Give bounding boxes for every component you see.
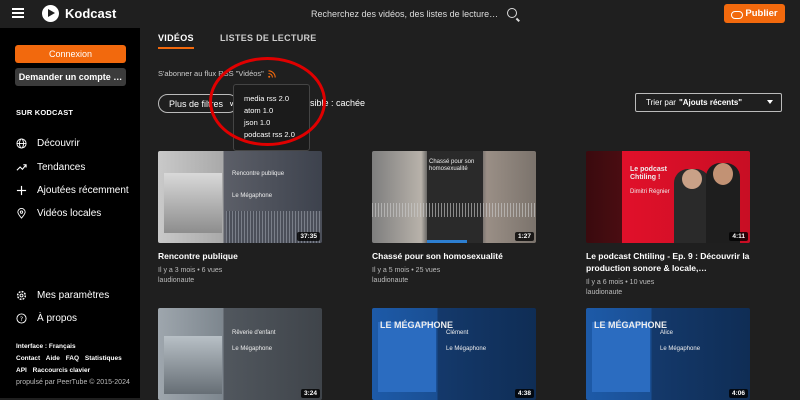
hamburger-menu-icon[interactable] <box>12 8 24 18</box>
location-icon <box>16 208 27 219</box>
sidebar-item-discover[interactable]: Découvrir <box>16 138 80 149</box>
video-duration: 4:06 <box>728 389 748 398</box>
video-thumbnail[interactable]: LE MÉGAPHONE Clément Le Mégaphone 4:38 <box>372 308 536 400</box>
video-duration: 4:38 <box>514 389 534 398</box>
footer-link-contact[interactable]: Contact <box>16 355 40 362</box>
tab-playlists[interactable]: LISTES DE LECTURE <box>220 33 317 43</box>
footer-links: Contact Aide FAQ Statistiques <box>16 355 126 362</box>
publish-button[interactable]: Publier <box>724 4 785 23</box>
app-logo[interactable]: Kodcast <box>42 5 116 22</box>
sidebar-item-label: Ajoutées récemment <box>37 185 129 196</box>
sidebar-section-title: SUR KODCAST <box>16 108 74 117</box>
video-channel[interactable]: laudionaute <box>158 276 322 286</box>
footer-link-api[interactable]: API <box>16 367 27 374</box>
thumbnail-title: Clément <box>446 330 469 336</box>
video-meta: Il y a 6 mois • 10 vues <box>586 279 655 286</box>
thumbnail-subtitle: Le Mégaphone <box>446 346 487 352</box>
svg-text:?: ? <box>20 315 23 323</box>
publish-label: Publier <box>745 8 778 19</box>
thumbnail-subtitle: Le Mégaphone <box>660 346 701 352</box>
sort-value: "Ajouts récents" <box>678 98 743 107</box>
thumbnail-title: Chassé pour son homosexualité <box>429 159 475 172</box>
sort-select[interactable]: Trier par "Ajouts récents" <box>635 93 782 112</box>
video-thumbnail[interactable]: Le podcast Chtiling ! Dimitri Régnier 4:… <box>586 151 750 243</box>
help-icon: ? <box>16 313 27 324</box>
video-duration: 37:35 <box>297 232 320 241</box>
thumbnail-subtitle: Dimitri Régnier <box>630 189 670 195</box>
thumbnail-subtitle: Le Mégaphone <box>232 193 273 199</box>
video-thumbnail[interactable]: Rencontre publique Le Mégaphone 37:35 <box>158 151 322 243</box>
sidebar-item-label: À propos <box>37 313 78 324</box>
main-content: VIDÉOS LISTES DE LECTURE S'abonner au fl… <box>140 28 800 400</box>
video-duration: 1:27 <box>514 232 534 241</box>
play-logo-icon <box>42 5 59 22</box>
interface-language[interactable]: Interface : Français <box>16 343 76 350</box>
sort-prefix: Trier par <box>646 98 676 107</box>
video-duration: 3:24 <box>300 389 320 398</box>
sidebar-item-settings[interactable]: Mes paramètres <box>16 290 109 301</box>
video-thumbnail[interactable]: LE MÉGAPHONE Alice Le Mégaphone 4:06 <box>586 308 750 400</box>
footer-link-stats[interactable]: Statistiques <box>85 355 122 362</box>
trending-icon <box>16 162 27 173</box>
video-title[interactable]: Le podcast Chtiling - Ep. 9 : Découvrir … <box>586 250 750 274</box>
sidebar-item-label: Découvrir <box>37 138 80 149</box>
app-name: Kodcast <box>65 6 117 21</box>
footer-link-faq[interactable]: FAQ <box>66 355 79 362</box>
thumbnail-title: Rencontre publique <box>232 171 285 177</box>
video-title[interactable]: Chassé pour son homosexualité <box>372 250 536 262</box>
sidebar-item-label: Vidéos locales <box>37 208 102 219</box>
footer-link-help[interactable]: Aide <box>46 355 60 362</box>
video-channel[interactable]: laudionaute <box>586 288 750 298</box>
video-channel[interactable]: laudionaute <box>372 276 536 286</box>
thumbnail-subtitle: Le Mégaphone <box>232 346 273 352</box>
footer-link-shortcuts[interactable]: Raccourcis clavier <box>33 367 90 374</box>
search-input[interactable]: Recherchez des vidéos, des listes de lec… <box>305 9 500 19</box>
video-duration: 4:11 <box>729 232 748 241</box>
footer-links-2: API Raccourcis clavier <box>16 367 94 374</box>
video-meta: Il y a 5 mois • 25 vues <box>372 267 441 274</box>
upload-cloud-icon <box>731 9 744 19</box>
video-thumbnail[interactable]: Rêverie d'enfant Le Mégaphone 3:24 <box>158 308 322 400</box>
tab-videos[interactable]: VIDÉOS <box>158 33 194 49</box>
thumbnail-title: Alice <box>660 330 674 336</box>
search-bar[interactable]: Recherchez des vidéos, des listes de lec… <box>305 4 525 23</box>
sidebar-item-trending[interactable]: Tendances <box>16 162 85 173</box>
globe-icon <box>16 138 27 149</box>
request-account-button[interactable]: Demander un compte … <box>15 68 126 86</box>
sidebar-item-local[interactable]: Vidéos locales <box>16 208 101 219</box>
powered-by[interactable]: propulsé par PeerTube © 2015-2024 <box>16 379 130 386</box>
video-meta: Il y a 3 mois • 6 vues <box>158 267 223 274</box>
sidebar: Connexion Demander un compte … SUR KODCA… <box>0 28 140 398</box>
thumbnail-title: Rêverie d'enfant <box>232 330 276 336</box>
video-thumbnail[interactable]: Chassé pour son homosexualité 1:27 <box>372 151 536 243</box>
highlight-circle-annotation <box>209 57 326 146</box>
thumbnail-title: Le podcast Chtiling ! <box>630 166 667 181</box>
sidebar-item-about[interactable]: ? À propos <box>16 313 77 324</box>
search-icon[interactable] <box>507 8 517 18</box>
sidebar-item-recent[interactable]: Ajoutées récemment <box>16 185 129 196</box>
login-button[interactable]: Connexion <box>15 45 126 63</box>
top-bar: Kodcast Recherchez des vidéos, des liste… <box>0 0 800 28</box>
plus-icon <box>16 185 27 196</box>
gear-icon <box>16 290 27 301</box>
sidebar-item-label: Tendances <box>37 162 86 173</box>
video-title[interactable]: Rencontre publique <box>158 250 322 262</box>
sidebar-item-label: Mes paramètres <box>37 290 110 301</box>
caret-down-icon <box>767 100 773 104</box>
